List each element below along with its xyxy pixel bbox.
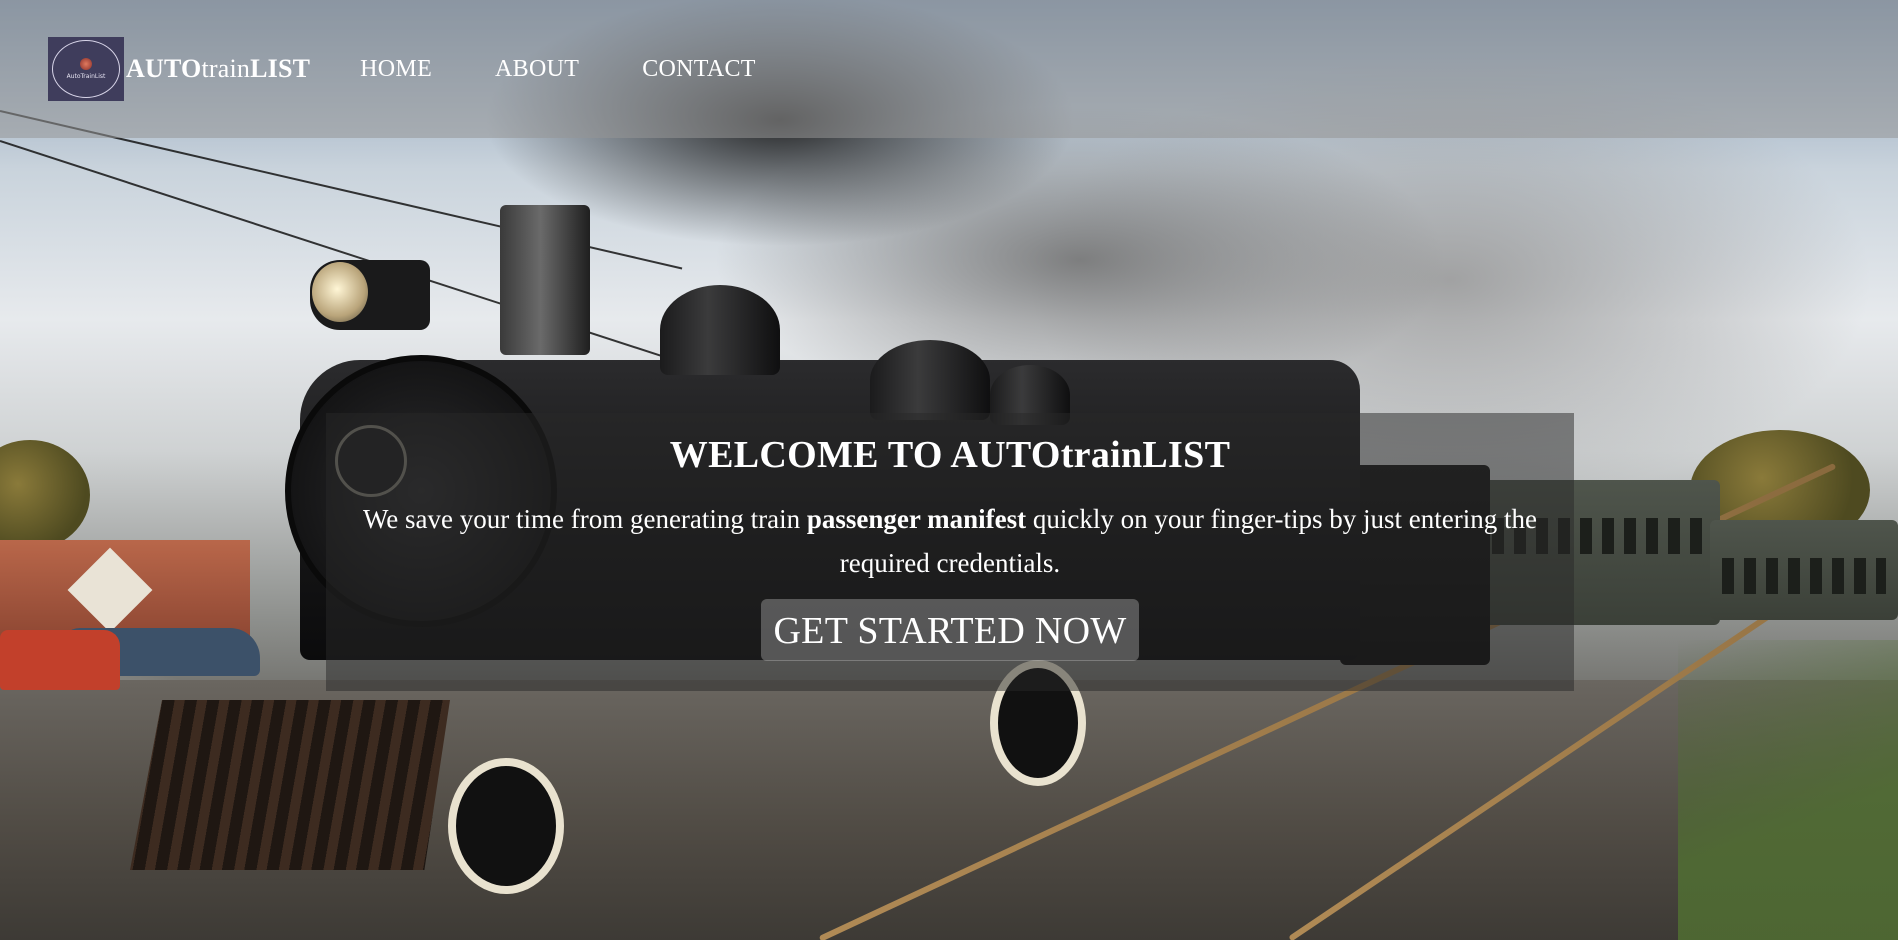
smoke-stack (500, 205, 590, 355)
hero-text-bold: passenger manifest (806, 504, 1027, 534)
steam-dome (660, 285, 780, 375)
brand-logo[interactable]: AutoTrainList (48, 37, 124, 101)
hero-title: WELCOME TO AUTOtrainLIST (669, 434, 1231, 476)
passenger-coach (1710, 520, 1898, 620)
grass (1678, 640, 1898, 940)
navbar: AutoTrainList AUTOtrainLIST HOME ABOUT C… (0, 0, 1898, 138)
parked-car (0, 630, 120, 690)
hero-card: WELCOME TO AUTOtrainLIST We save your ti… (326, 413, 1574, 691)
brand-name-part2: train (201, 54, 251, 83)
nav-contact-link[interactable]: CONTACT (642, 56, 756, 83)
steam-dome (870, 340, 990, 420)
tree (0, 440, 90, 550)
logo-emblem-icon (80, 58, 92, 70)
brand[interactable]: AutoTrainList AUTOtrainLIST (48, 37, 310, 101)
hero-description: We save your time from generating train … (350, 497, 1550, 585)
get-started-button[interactable]: GET STARTED NOW (761, 599, 1139, 661)
logo-ring: AutoTrainList (52, 40, 120, 98)
nav-about-link[interactable]: ABOUT (495, 56, 579, 83)
brand-name[interactable]: AUTOtrainLIST (126, 54, 310, 84)
cowcatcher (130, 700, 450, 870)
brand-name-part1: AUTO (126, 54, 202, 83)
landing-page: AutoTrainList AUTOtrainLIST HOME ABOUT C… (0, 0, 1898, 940)
nav-links: HOME ABOUT CONTACT (360, 56, 819, 83)
hero-text-before: We save your time from generating train (362, 504, 807, 534)
driving-wheel (448, 758, 564, 894)
headlamp-glass (312, 262, 368, 322)
nav-home-link[interactable]: HOME (360, 56, 432, 83)
logo-text: AutoTrainList (66, 73, 106, 80)
brand-name-part3: LIST (250, 54, 311, 83)
